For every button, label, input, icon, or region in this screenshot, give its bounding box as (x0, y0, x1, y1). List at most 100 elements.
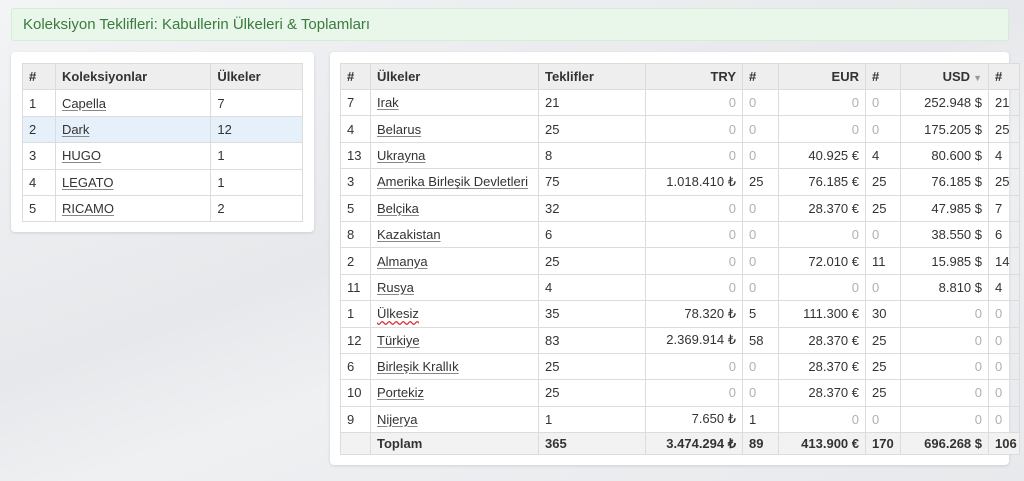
country-name: Nijerya (370, 405, 539, 434)
col-header-try-count[interactable]: # (742, 63, 779, 90)
col-header-offers[interactable]: Teklifler (538, 63, 646, 90)
country-name: Belçika (370, 194, 539, 222)
table-row[interactable]: 1 Capella 7 (22, 89, 303, 117)
table-row[interactable]: 13 Ukrayna 8 0 0 40.925 €4 80.600 $4 (340, 141, 1020, 170)
collection-link[interactable]: LEGATO (62, 175, 114, 190)
col-header-countries[interactable]: Ülkeler (210, 62, 303, 91)
collection-link[interactable]: Dark (62, 122, 89, 137)
table-row[interactable]: 8 Kazakistan 6 0 0 0 0 38.550 $6 (340, 220, 1020, 249)
eur-amount: 28.370 € (778, 194, 866, 222)
offers-count: 25 (538, 379, 646, 407)
usd-count: 25 (988, 115, 1020, 143)
country-link[interactable]: Ukrayna (377, 148, 425, 163)
try-count: 0 (742, 273, 779, 302)
collection-link[interactable]: RICAMO (62, 201, 114, 216)
country-link[interactable]: Nijerya (377, 412, 417, 427)
try-count: 0 (742, 379, 779, 407)
country-link[interactable]: Rusya (377, 280, 414, 295)
country-link[interactable]: Belçika (377, 201, 419, 216)
eur-count: 25 (865, 168, 901, 196)
eur-amount: 111.300 € (778, 300, 866, 328)
country-link[interactable]: Türkiye (377, 333, 420, 348)
row-number: 8 (340, 220, 371, 249)
total-label: Toplam (370, 432, 539, 456)
country-link[interactable]: Belarus (377, 122, 421, 137)
table-row[interactable]: 4 Belarus 25 0 0 0 0 175.205 $25 (340, 115, 1020, 143)
offers-count: 75 (538, 168, 646, 196)
col-header-collections[interactable]: Koleksiyonlar (54, 62, 212, 91)
usd-amount: 0 (900, 326, 989, 354)
total-try-count: 89 (742, 432, 779, 456)
total-try: 3.474.294 ₺ (645, 432, 743, 456)
country-link[interactable]: Irak (377, 95, 399, 110)
row-number: 1 (340, 300, 371, 328)
col-header-number[interactable]: # (22, 62, 56, 91)
country-count: 12 (210, 115, 303, 144)
country-link[interactable]: Almanya (377, 254, 428, 269)
row-number: 13 (340, 141, 371, 170)
table-row[interactable]: 3 Amerika Birleşik Devletleri 75 1.018.410 … (340, 168, 1020, 196)
eur-amount: 28.370 € (778, 352, 866, 381)
col-header-number[interactable]: # (340, 63, 371, 90)
try-amount: 0 (645, 273, 743, 302)
page-title-bar: Koleksiyon Teklifleri: Kabullerin Ülkele… (11, 8, 1009, 41)
try-amount: 0 (645, 88, 743, 117)
try-count: 1 (742, 405, 779, 434)
usd-count: 4 (988, 141, 1020, 170)
table-row[interactable]: 2 Dark 12 (22, 115, 303, 144)
country-name: Irak (370, 88, 539, 117)
country-name: Rusya (370, 273, 539, 302)
table-row[interactable]: 10 Portekiz 25 0 0 28.370 €25 0 0 (340, 379, 1020, 407)
total-number-cell (340, 432, 371, 456)
eur-count: 25 (865, 379, 901, 407)
usd-amount: 252.948 $ (900, 88, 989, 117)
usd-amount: 80.600 $ (900, 141, 989, 170)
table-header-row: # Ülkeler Teklifler TRY # EUR # USD ▼ # (340, 63, 1020, 90)
table-row[interactable]: 11 Rusya 4 0 0 0 0 8.810 $4 (340, 273, 1020, 302)
country-link[interactable]: Amerika Birleşik Devletleri (377, 174, 528, 189)
usd-amount: 0 (900, 300, 989, 328)
table-row[interactable]: 2 Almanya 25 0 0 72.010 €11 15.985 $14 (340, 247, 1020, 275)
usd-amount: 175.205 $ (900, 115, 989, 143)
country-link[interactable]: Kazakistan (377, 227, 441, 242)
countries-table: # Ülkeler Teklifler TRY # EUR # USD ▼ # 7… (340, 63, 1020, 456)
collection-link[interactable]: Capella (62, 96, 106, 111)
eur-count: 0 (865, 115, 901, 143)
table-row[interactable]: 5 Belçika 32 0 0 28.370 €25 47.985 $7 (340, 194, 1020, 222)
table-row[interactable]: 9 Nijerya 1 7.650 ₺ 1 0 0 0 0 (340, 405, 1020, 434)
table-row[interactable]: 1 Ülkesiz 35 78.320 ₺ 5 111.300 €30 0 0 (340, 300, 1020, 328)
country-count: 7 (210, 89, 303, 117)
table-row[interactable]: 4 LEGATO 1 (22, 168, 303, 196)
col-header-eur[interactable]: EUR (778, 63, 866, 90)
row-number: 3 (340, 168, 371, 196)
col-header-try[interactable]: TRY (645, 63, 743, 90)
usd-amount: 15.985 $ (900, 247, 989, 275)
collection-name: Capella (54, 89, 212, 117)
eur-amount: 72.010 € (778, 247, 866, 275)
country-link[interactable]: Ülkesiz (377, 306, 419, 321)
table-row[interactable]: 7 Irak 21 0 0 0 0 252.948 $21 (340, 88, 1020, 117)
col-header-usd-count[interactable]: # (988, 63, 1020, 90)
collection-link[interactable]: HUGO (62, 148, 101, 163)
col-header-usd[interactable]: USD ▼ (900, 63, 989, 90)
table-row[interactable]: 3 HUGO 1 (22, 142, 303, 170)
collection-name: LEGATO (54, 168, 212, 196)
col-header-countries[interactable]: Ülkeler (370, 63, 539, 90)
table-row[interactable]: 12 Türkiye 83 2.369.914 ₺ 58 28.370 €25 0 0 (340, 326, 1020, 354)
country-link[interactable]: Portekiz (377, 385, 424, 400)
row-number: 1 (22, 89, 56, 117)
country-link[interactable]: Birleşik Krallık (377, 359, 459, 374)
total-eur: 413.900 € (778, 432, 866, 456)
eur-count: 11 (865, 247, 901, 275)
col-header-eur-count[interactable]: # (865, 63, 901, 90)
try-amount: 2.369.914 ₺ (645, 326, 743, 354)
table-row[interactable]: 5 RICAMO 2 (22, 194, 303, 223)
eur-count: 0 (865, 405, 901, 434)
sort-down-icon[interactable]: ▼ (973, 73, 982, 83)
eur-count: 25 (865, 194, 901, 222)
try-count: 0 (742, 115, 779, 143)
offers-count: 83 (538, 326, 646, 354)
try-amount: 0 (645, 141, 743, 170)
row-number: 9 (340, 405, 371, 434)
table-row[interactable]: 6 Birleşik Krallık 25 0 0 28.370 €25 0 0 (340, 352, 1020, 381)
